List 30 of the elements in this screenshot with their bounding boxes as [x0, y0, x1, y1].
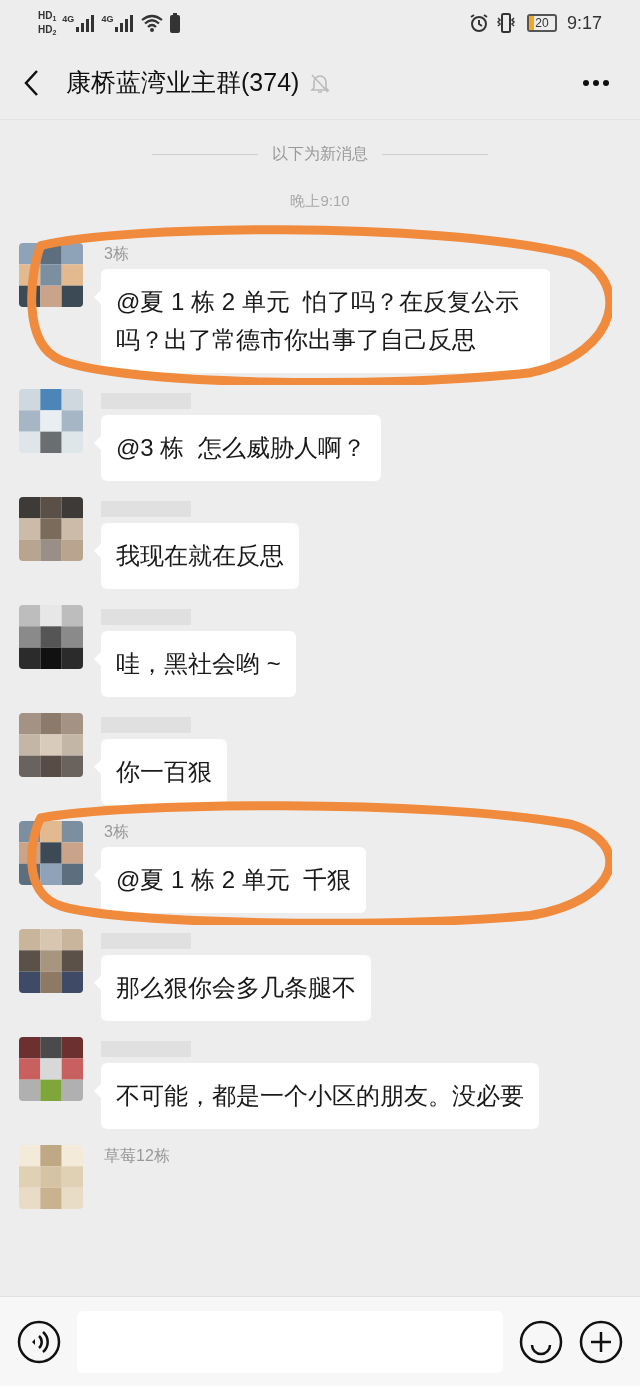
- battery-level: 20: [526, 14, 557, 32]
- new-messages-divider: 以下为新消息: [272, 144, 368, 164]
- more-icon[interactable]: [582, 78, 610, 87]
- timestamp: 晚上9:10: [290, 191, 350, 211]
- message-bubble[interactable]: 那么狠你会多几条腿不: [101, 954, 371, 1021]
- voice-icon[interactable]: [17, 1319, 61, 1364]
- sim-label: HD$_{2}$: [38, 23, 57, 37]
- emoji-icon[interactable]: [519, 1319, 563, 1364]
- network-label: 4G: [101, 14, 114, 24]
- sender-name: 3栋: [104, 821, 129, 842]
- message-bubble[interactable]: 你一百狠: [101, 738, 227, 805]
- chat-title: 康桥蓝湾业主群(374): [66, 66, 300, 98]
- signal-icon: [114, 14, 135, 32]
- plus-icon[interactable]: [579, 1319, 623, 1364]
- sender-name: 3栋: [104, 243, 129, 264]
- message-bubble[interactable]: 哇，黑社会哟 ~: [101, 630, 296, 697]
- network-label: 4G: [62, 14, 75, 24]
- message-bubble[interactable]: 我现在就在反思: [101, 522, 299, 589]
- sim-label: HD$_{1}$: [38, 9, 57, 23]
- message-bubble[interactable]: 不可能，都是一个小区的朋友。没必要: [101, 1062, 539, 1129]
- vibrate-icon: [494, 13, 517, 33]
- clock: 9:17: [566, 11, 602, 35]
- signal-icon: [75, 14, 96, 32]
- message-bubble[interactable]: @夏 1 栋 2 单元 怕了吗？在反复公示吗？出了常德市你出事了自己反思: [101, 268, 550, 373]
- message-bubble[interactable]: @夏 1 栋 2 单元 千狠: [101, 846, 367, 913]
- alarm-icon: [468, 13, 489, 33]
- sender-name: 草莓12栋: [104, 1145, 170, 1166]
- wifi-icon: [140, 14, 165, 32]
- battery-icon: [170, 13, 181, 33]
- message-bubble[interactable]: @3 栋 怎么威胁人啊？: [101, 414, 381, 481]
